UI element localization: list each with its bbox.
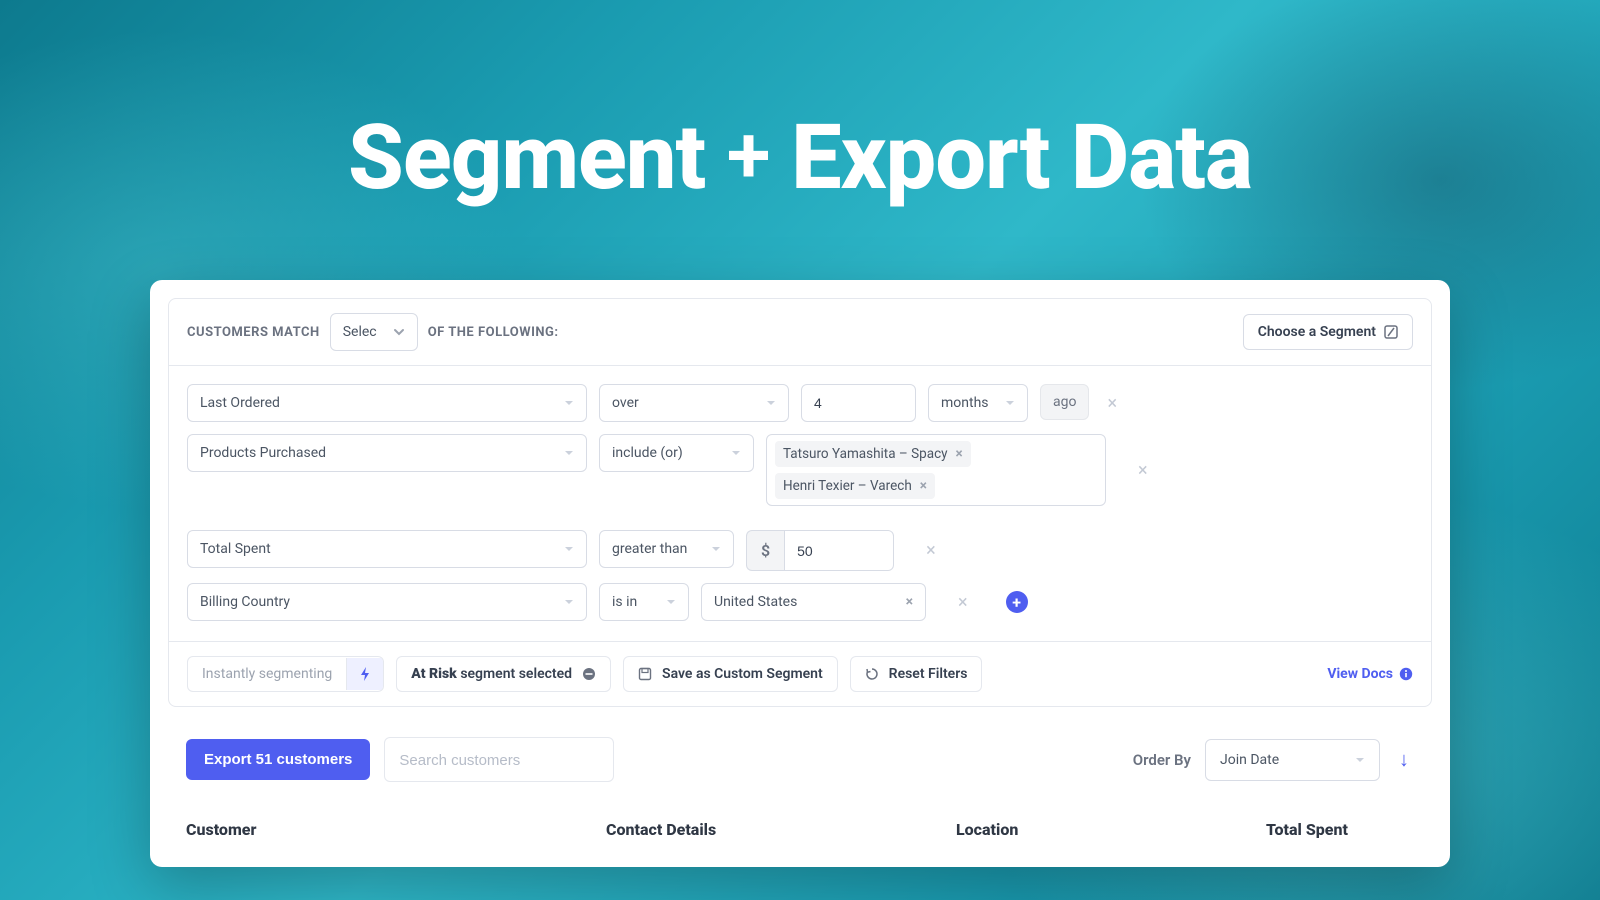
- amount-input[interactable]: [784, 530, 894, 571]
- country-value: United States: [714, 594, 797, 610]
- caret-down-icon: [564, 398, 574, 408]
- operator-select[interactable]: greater than: [599, 530, 734, 568]
- segment-footer: Instantly segmenting At Risk segment sel…: [169, 641, 1431, 706]
- save-custom-segment-button[interactable]: Save as Custom Segment: [623, 656, 838, 692]
- product-tag-label: Tatsuro Yamashita – Spacy: [783, 446, 948, 462]
- customers-match-label: CUSTOMERS MATCH: [187, 325, 320, 340]
- remove-filter-icon[interactable]: ×: [920, 534, 942, 567]
- currency-symbol: $: [746, 530, 784, 571]
- column-location: Location: [956, 820, 1246, 839]
- view-docs-link[interactable]: View Docs: [1327, 666, 1413, 682]
- field-value: Products Purchased: [200, 445, 326, 461]
- field-select[interactable]: Products Purchased: [187, 434, 587, 472]
- segment-header: CUSTOMERS MATCH Selec OF THE FOLLOWING: …: [169, 299, 1431, 366]
- save-custom-label: Save as Custom Segment: [662, 666, 823, 682]
- remove-tag-icon[interactable]: ×: [906, 594, 913, 610]
- filter-row-last-ordered: Last Ordered over months ago ×: [187, 384, 1413, 422]
- hero-part2: Export Data: [791, 105, 1252, 210]
- table-header: Customer Contact Details Location Total …: [168, 802, 1432, 867]
- amount-value[interactable]: [797, 543, 881, 559]
- chevron-down-icon: [393, 326, 405, 338]
- caret-down-icon: [766, 398, 776, 408]
- at-risk-segment-button[interactable]: At Risk segment selected: [396, 656, 611, 692]
- minus-circle-icon: [582, 667, 596, 681]
- operator-select[interactable]: is in: [599, 583, 689, 621]
- products-tag-input[interactable]: Tatsuro Yamashita – Spacy × Henri Texier…: [766, 434, 1106, 506]
- field-select[interactable]: Total Spent: [187, 530, 587, 568]
- operator-select[interactable]: over: [599, 384, 789, 422]
- field-value: Last Ordered: [200, 395, 280, 411]
- order-by-label: Order By: [1133, 751, 1191, 769]
- reset-filters-button[interactable]: Reset Filters: [850, 656, 983, 692]
- operator-value: over: [612, 395, 639, 411]
- field-value: Billing Country: [200, 594, 290, 610]
- product-tag: Tatsuro Yamashita – Spacy ×: [775, 441, 971, 467]
- caret-down-icon: [1005, 398, 1015, 408]
- remove-filter-icon[interactable]: ×: [1101, 387, 1123, 420]
- search-customers-input[interactable]: [384, 737, 614, 782]
- column-contact: Contact Details: [606, 820, 936, 839]
- hero-title: Segment + Export Data: [0, 0, 1600, 210]
- reset-icon: [865, 667, 879, 681]
- of-following-label: OF THE FOLLOWING:: [428, 325, 559, 340]
- order-by-select[interactable]: Join Date: [1205, 739, 1380, 781]
- add-filter-button[interactable]: +: [1006, 591, 1028, 613]
- info-icon: [1399, 667, 1413, 681]
- product-tag-label: Henri Texier – Varech: [783, 478, 912, 494]
- export-bar: Export 51 customers Order By Join Date ↓: [168, 707, 1432, 802]
- caret-down-icon: [564, 597, 574, 607]
- remove-filter-icon[interactable]: ×: [952, 586, 974, 619]
- caret-down-icon: [564, 448, 574, 458]
- bolt-icon[interactable]: [346, 658, 383, 690]
- number-value[interactable]: [814, 395, 903, 411]
- ago-chip: ago: [1040, 384, 1089, 420]
- instant-label: Instantly segmenting: [188, 657, 346, 691]
- sort-direction-button[interactable]: ↓: [1394, 747, 1414, 772]
- search-field[interactable]: [399, 752, 599, 769]
- caret-down-icon: [564, 544, 574, 554]
- number-input[interactable]: [801, 384, 916, 422]
- caret-down-icon: [666, 597, 676, 607]
- export-button-label: Export 51 customers: [204, 751, 352, 768]
- at-risk-label: At Risk segment selected: [411, 666, 572, 682]
- choose-segment-label: Choose a Segment: [1258, 324, 1376, 340]
- field-select[interactable]: Billing Country: [187, 583, 587, 621]
- remove-tag-icon[interactable]: ×: [920, 478, 927, 494]
- reset-label: Reset Filters: [889, 666, 968, 682]
- instant-segment-pill: Instantly segmenting: [187, 656, 384, 692]
- caret-down-icon: [711, 544, 721, 554]
- remove-filter-icon[interactable]: ×: [1132, 454, 1154, 487]
- filter-row-total-spent: Total Spent greater than $ ×: [187, 530, 1413, 571]
- operator-value: greater than: [612, 541, 687, 557]
- caret-down-icon: [1355, 755, 1365, 765]
- operator-value: include (or): [612, 445, 683, 461]
- filter-row-products: Products Purchased include (or) Tatsuro …: [187, 434, 1413, 506]
- remove-tag-icon[interactable]: ×: [956, 446, 963, 462]
- view-docs-label: View Docs: [1327, 666, 1393, 682]
- order-by-value: Join Date: [1220, 752, 1279, 768]
- filter-row-country: Billing Country is in United States × × …: [187, 583, 1413, 621]
- match-type-select[interactable]: Selec: [330, 313, 418, 351]
- segment-builder: CUSTOMERS MATCH Selec OF THE FOLLOWING: …: [168, 298, 1432, 707]
- segment-card: CUSTOMERS MATCH Selec OF THE FOLLOWING: …: [150, 280, 1450, 867]
- field-select[interactable]: Last Ordered: [187, 384, 587, 422]
- column-customer: Customer: [186, 820, 586, 839]
- caret-down-icon: [731, 448, 741, 458]
- unit-value: months: [941, 395, 989, 411]
- operator-value: is in: [612, 594, 637, 610]
- choose-segment-button[interactable]: Choose a Segment: [1243, 314, 1413, 350]
- hero-part1: Segment: [348, 105, 705, 210]
- match-type-value: Selec: [343, 324, 377, 340]
- field-value: Total Spent: [200, 541, 271, 557]
- column-total-spent: Total Spent: [1266, 820, 1414, 839]
- save-icon: [638, 667, 652, 681]
- product-tag: Henri Texier – Varech ×: [775, 473, 935, 499]
- unit-select[interactable]: months: [928, 384, 1028, 422]
- filter-rows: Last Ordered over months ago ×: [169, 366, 1431, 641]
- export-button[interactable]: Export 51 customers: [186, 739, 370, 780]
- operator-select[interactable]: include (or): [599, 434, 754, 472]
- segment-icon: [1384, 325, 1398, 339]
- country-input[interactable]: United States ×: [701, 583, 926, 621]
- hero-plus: +: [727, 108, 770, 202]
